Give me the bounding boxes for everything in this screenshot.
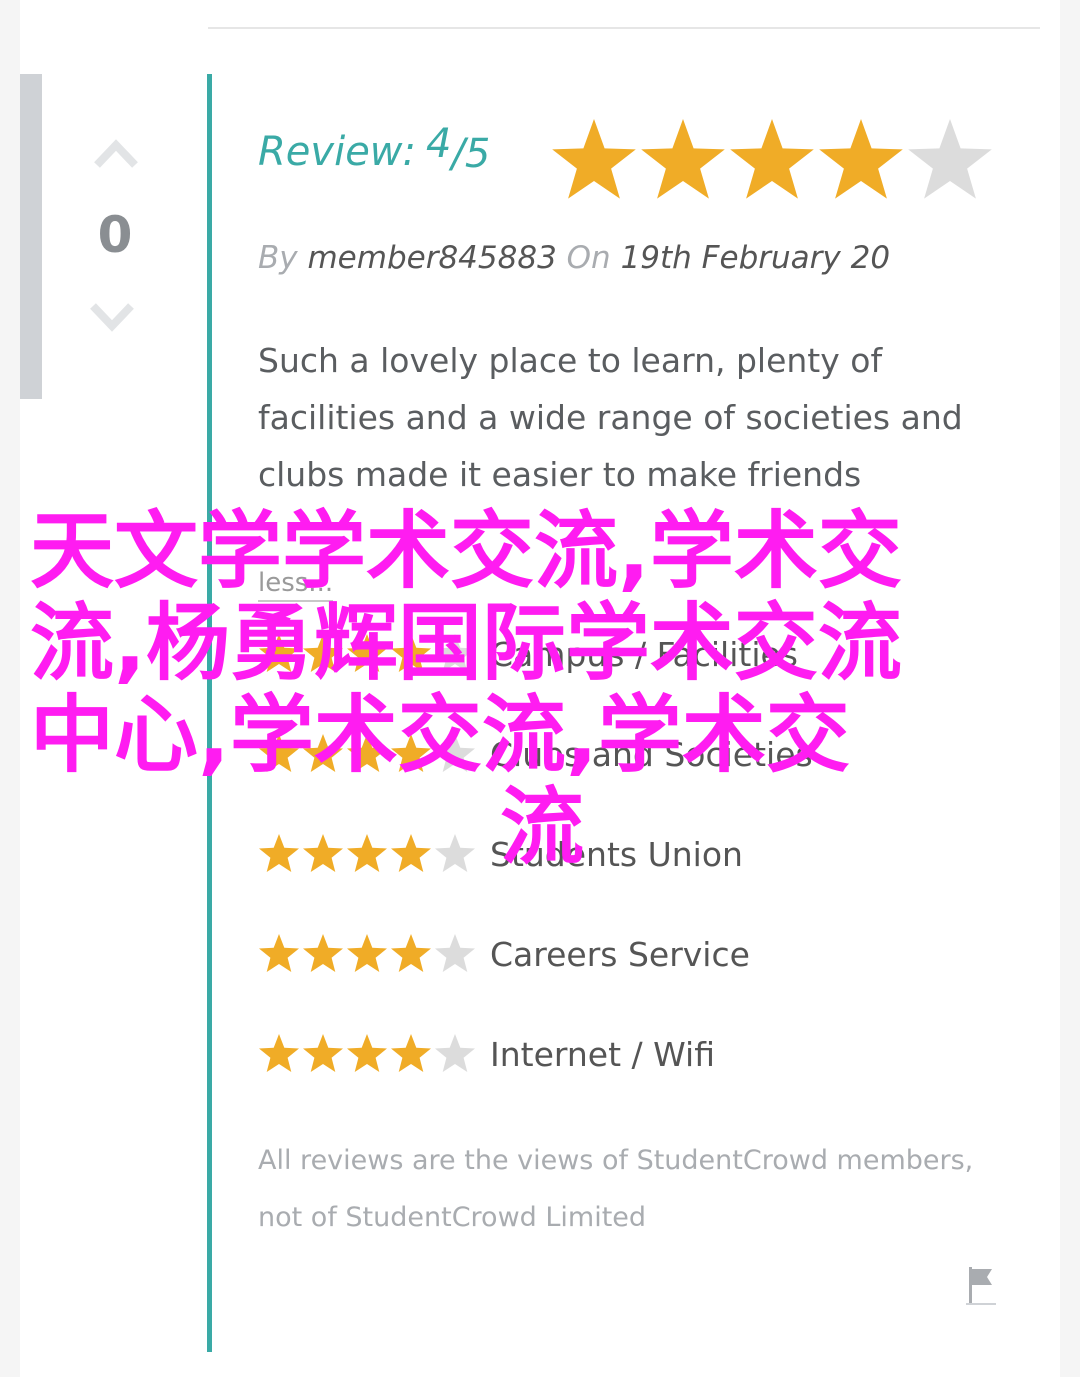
review-title: Review: 4/5	[258, 121, 491, 182]
star-icon	[435, 934, 475, 972]
byline-by: By	[258, 240, 298, 276]
review-out-of: /5	[451, 131, 491, 177]
vote-panel	[20, 74, 42, 399]
downvote-chevron-down-icon[interactable]	[89, 300, 135, 336]
star-icon	[552, 119, 636, 199]
category-label: Careers Service	[490, 935, 750, 974]
byline-date: 19th February 20	[620, 240, 891, 276]
report-flag-icon[interactable]	[966, 1265, 996, 1307]
overlay-line-3: 中心,学术交流,学术交	[30, 686, 850, 784]
star-icon	[259, 1034, 299, 1072]
star-icon	[908, 119, 992, 199]
category-rating-row: Careers Service	[258, 930, 998, 980]
star-icon	[730, 119, 814, 199]
upvote-chevron-up-icon[interactable]	[93, 135, 139, 169]
star-icon	[303, 934, 343, 972]
category-stars	[259, 1034, 475, 1072]
category-stars	[259, 934, 475, 972]
review-body: Such a lovely place to learn, plenty of …	[258, 341, 963, 494]
star-icon	[303, 1034, 343, 1072]
overlay-line-4: 流	[500, 778, 585, 876]
overlay-line-2: 流,杨勇辉国际学术交流	[30, 594, 902, 692]
disclaimer-text: All reviews are the views of StudentCrow…	[258, 1145, 974, 1233]
watermark-overlay-text: 天文学学术交流,学术交 流,杨勇辉国际学术交流 中心,学术交流,学术交 流	[30, 505, 1020, 873]
overlay-line-1: 天文学学术交流,学术交	[30, 502, 902, 600]
top-divider	[208, 27, 1040, 29]
star-icon	[435, 1034, 475, 1072]
byline-member-link[interactable]: member845883	[307, 240, 556, 276]
star-icon	[641, 119, 725, 199]
category-label: Internet / Wifi	[490, 1035, 715, 1074]
star-icon	[391, 934, 431, 972]
review-byline: By member845883 On 19th February 20	[258, 236, 890, 280]
category-rating-row: Internet / Wifi	[258, 1030, 998, 1080]
vote-count: 0	[97, 206, 133, 264]
star-icon	[391, 1034, 431, 1072]
byline-on: On	[566, 240, 611, 276]
review-label: Review:	[258, 129, 416, 175]
review-score: 4	[426, 121, 452, 167]
star-icon	[819, 119, 903, 199]
star-icon	[259, 934, 299, 972]
star-icon	[347, 1034, 387, 1072]
overall-star-rating	[552, 119, 992, 199]
star-icon	[347, 934, 387, 972]
